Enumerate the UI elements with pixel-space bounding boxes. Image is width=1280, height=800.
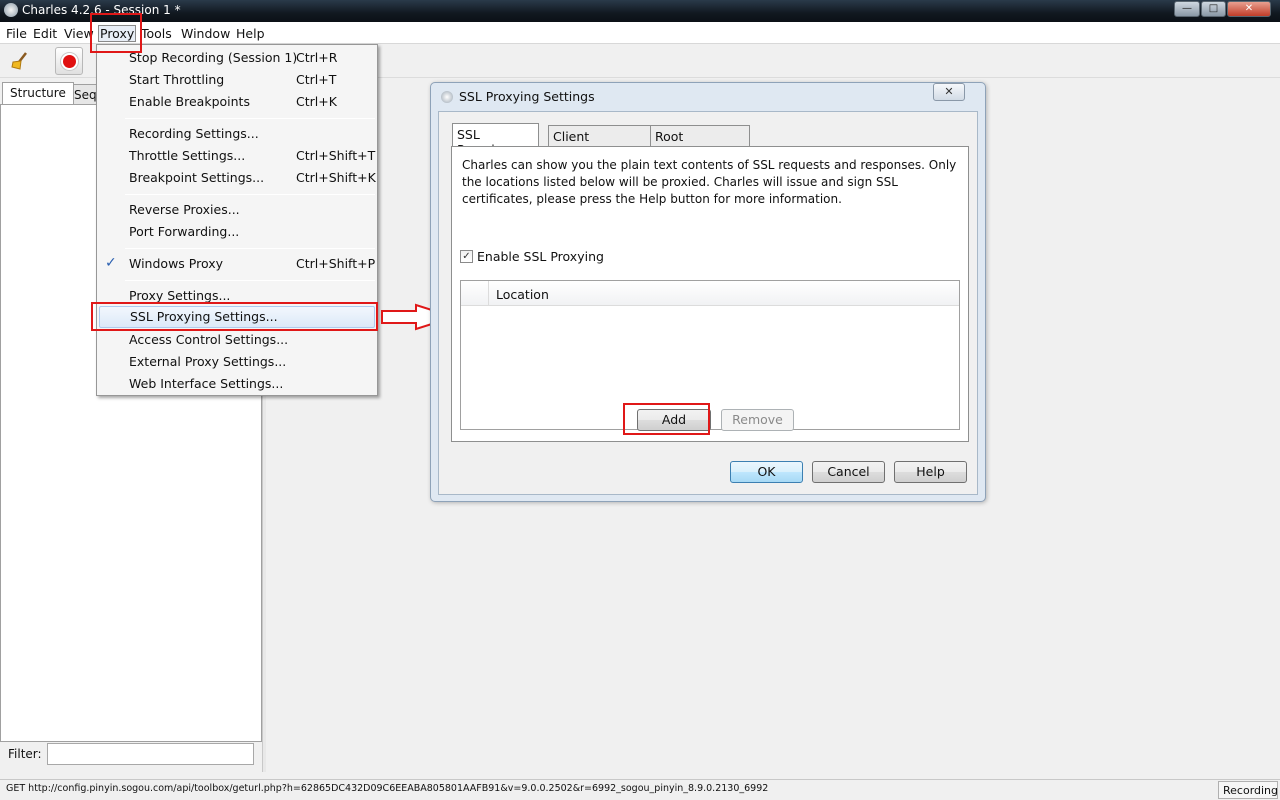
- filter-label: Filter:: [8, 747, 42, 761]
- tab-ssl-proxying[interactable]: SSL Proxying: [452, 123, 539, 157]
- menu-item-label: Web Interface Settings...: [129, 376, 284, 391]
- recording-status: Recording: [1218, 781, 1278, 799]
- menu-edit[interactable]: Edit: [33, 26, 57, 41]
- menu-separator: [125, 194, 375, 195]
- menu-item-web-interface-settings[interactable]: Web Interface Settings...: [97, 373, 377, 395]
- minimize-button[interactable]: —: [1174, 1, 1200, 17]
- highlight-box-ssl-settings: [91, 302, 378, 331]
- charles-app-icon: [4, 3, 18, 17]
- broom-icon[interactable]: [8, 47, 36, 75]
- dialog-close-button[interactable]: ✕: [933, 83, 965, 101]
- ssl-description: Charles can show you the plain text cont…: [462, 158, 957, 206]
- menu-item-external-proxy-settings[interactable]: External Proxy Settings...: [97, 351, 377, 373]
- enabled-column-header[interactable]: [461, 281, 489, 306]
- menu-help[interactable]: Help: [236, 26, 265, 41]
- menu-item-start-throttling[interactable]: Start Throttling Ctrl+T: [97, 69, 377, 91]
- menu-item-windows-proxy[interactable]: ✓ Windows Proxy Ctrl+Shift+P: [97, 253, 377, 275]
- tab-structure[interactable]: Structure: [2, 82, 74, 104]
- menu-file[interactable]: File: [6, 26, 27, 41]
- menu-separator: [125, 280, 375, 281]
- menu-item-label: Proxy Settings...: [129, 288, 231, 303]
- menu-item-enable-breakpoints[interactable]: Enable Breakpoints Ctrl+K: [97, 91, 377, 113]
- record-button[interactable]: [55, 47, 83, 75]
- menu-item-shortcut: Ctrl+R: [296, 50, 338, 65]
- ssl-proxying-settings-dialog: SSL Proxying Settings ✕ Client Certifica…: [430, 82, 986, 502]
- menu-item-label: Port Forwarding...: [129, 224, 240, 239]
- menu-separator: [125, 118, 375, 119]
- menu-item-label: Windows Proxy: [129, 256, 224, 271]
- menu-item-shortcut: Ctrl+Shift+P: [296, 256, 376, 271]
- menu-item-label: Start Throttling: [129, 72, 225, 87]
- highlight-box-add-button: [623, 403, 710, 435]
- menu-separator: [125, 248, 375, 249]
- dialog-body: Client Certificates Root Certificate SSL…: [438, 111, 978, 495]
- proxy-menu-dropdown: Stop Recording (Session 1) Ctrl+R Start …: [96, 44, 378, 396]
- menu-bar: File Edit View Proxy Tools Window Help: [0, 22, 1280, 44]
- menu-item-label: Access Control Settings...: [129, 332, 289, 347]
- menu-item-throttle-settings[interactable]: Throttle Settings... Ctrl+Shift+T: [97, 145, 377, 167]
- tab-client-certificates[interactable]: Client Certificates: [548, 125, 658, 159]
- menu-item-label: Reverse Proxies...: [129, 202, 240, 217]
- menu-item-shortcut: Ctrl+K: [296, 94, 337, 109]
- menu-item-recording-settings[interactable]: Recording Settings...: [97, 123, 377, 145]
- checkmark-icon: ✓: [105, 255, 117, 271]
- record-icon: [63, 55, 76, 68]
- tab-root-certificate[interactable]: Root Certificate: [650, 125, 750, 159]
- dialog-title: SSL Proxying Settings: [459, 89, 595, 104]
- status-bar: GET http://config.pinyin.sogou.com/api/t…: [0, 779, 1280, 800]
- location-table[interactable]: Location: [460, 280, 960, 430]
- ssl-proxying-panel: Charles can show you the plain text cont…: [451, 146, 969, 442]
- location-column-header[interactable]: Location: [496, 287, 549, 302]
- menu-item-label: Stop Recording (Session 1): [129, 50, 298, 65]
- close-button[interactable]: ✕: [1227, 1, 1271, 17]
- menu-item-shortcut: Ctrl+T: [296, 72, 337, 87]
- menu-window[interactable]: Window: [181, 26, 230, 41]
- ok-button[interactable]: OK: [730, 461, 803, 483]
- menu-item-label: Recording Settings...: [129, 126, 259, 141]
- menu-item-reverse-proxies[interactable]: Reverse Proxies...: [97, 199, 377, 221]
- menu-item-port-forwarding[interactable]: Port Forwarding...: [97, 221, 377, 243]
- enable-ssl-proxying-checkbox[interactable]: ✓: [460, 250, 473, 263]
- menu-item-label: Throttle Settings...: [129, 148, 246, 163]
- location-table-header: Location: [461, 281, 959, 306]
- menu-item-label: External Proxy Settings...: [129, 354, 287, 369]
- menu-item-shortcut: Ctrl+Shift+T: [296, 148, 376, 163]
- menu-item-label: Enable Breakpoints: [129, 94, 250, 109]
- menu-tools[interactable]: Tools: [141, 26, 172, 41]
- status-url: GET http://config.pinyin.sogou.com/api/t…: [6, 783, 769, 794]
- title-bar: Charles 4.2.6 - Session 1 * — □ ✕: [0, 0, 1280, 22]
- menu-item-access-control-settings[interactable]: Access Control Settings...: [97, 329, 377, 351]
- highlight-box-proxy-menu: [90, 13, 142, 53]
- menu-item-label: Breakpoint Settings...: [129, 170, 265, 185]
- menu-item-shortcut: Ctrl+Shift+K: [296, 170, 376, 185]
- dialog-icon: [441, 91, 453, 103]
- cancel-button[interactable]: Cancel: [812, 461, 885, 483]
- filter-input[interactable]: [47, 743, 254, 765]
- remove-button[interactable]: Remove: [721, 409, 794, 431]
- help-button[interactable]: Help: [894, 461, 967, 483]
- maximize-button[interactable]: □: [1201, 1, 1226, 17]
- enable-ssl-proxying-label: Enable SSL Proxying: [477, 249, 604, 264]
- menu-item-breakpoint-settings[interactable]: Breakpoint Settings... Ctrl+Shift+K: [97, 167, 377, 189]
